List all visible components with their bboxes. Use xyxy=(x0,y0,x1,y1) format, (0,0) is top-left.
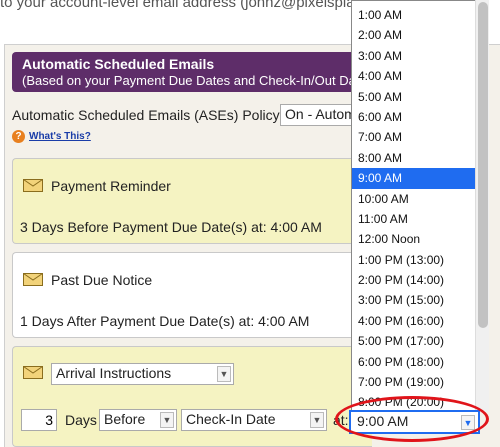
chevron-down-icon: ▼ xyxy=(160,412,174,428)
envelope-icon xyxy=(23,366,43,379)
card-title: Past Due Notice xyxy=(51,272,153,288)
relation-select[interactable]: Before ▼ xyxy=(99,409,177,431)
time-option[interactable]: 3:00 PM (15:00) xyxy=(352,290,488,310)
section-header: Automatic Scheduled Emails (Based on you… xyxy=(12,52,372,92)
time-option[interactable]: 1:00 PM (13:00) xyxy=(352,250,488,270)
time-option[interactable]: 10:00 AM xyxy=(352,189,488,209)
time-option[interactable]: 2:00 PM (14:00) xyxy=(352,270,488,290)
dropdown-scrollbar[interactable] xyxy=(475,0,489,412)
time-option[interactable]: 4:00 AM xyxy=(352,66,488,86)
chevron-down-icon: ▼ xyxy=(310,412,324,428)
time-option[interactable]: 3:00 AM xyxy=(352,46,488,66)
intro-text: to your account-level email address (joh… xyxy=(0,0,360,11)
days-input[interactable] xyxy=(21,409,57,431)
time-option[interactable]: 6:00 AM xyxy=(352,107,488,127)
anchor-date-value: Check-In Date xyxy=(186,411,276,427)
policy-label: Automatic Scheduled Emails (ASEs) Policy… xyxy=(12,107,284,123)
time-option[interactable]: 8:00 AM xyxy=(352,148,488,168)
time-option[interactable]: 12:00 Noon xyxy=(352,229,488,249)
help-icon: ? xyxy=(12,130,25,143)
payment-reminder-card: Payment Reminder 3 Days Before Payment D… xyxy=(12,158,372,244)
email-template-select[interactable]: Arrival Instructions ▼ xyxy=(51,363,234,385)
time-option[interactable]: 9:00 AM xyxy=(352,168,488,189)
section-title: Automatic Scheduled Emails xyxy=(22,56,215,72)
time-option[interactable]: 7:00 AM xyxy=(352,127,488,147)
days-label: Days xyxy=(65,412,97,428)
envelope-icon xyxy=(23,273,43,286)
whats-this-link[interactable]: What's This? xyxy=(29,131,91,142)
time-option[interactable]: 1:00 AM xyxy=(352,5,488,25)
anchor-date-select[interactable]: Check-In Date ▼ xyxy=(181,409,327,431)
section-subtitle: (Based on your Payment Due Dates and Che… xyxy=(22,73,360,88)
time-option[interactable]: 5:00 AM xyxy=(352,87,488,107)
highlight-callout xyxy=(335,396,489,442)
card-schedule: 3 Days Before Payment Due Date(s) at: 4:… xyxy=(20,219,322,235)
time-option[interactable]: 7:00 PM (19:00) xyxy=(352,372,488,392)
scrollbar-thumb[interactable] xyxy=(478,2,488,328)
time-dropdown-list[interactable]: 1:00 AM 2:00 AM 3:00 AM 4:00 AM 5:00 AM 6:00 … xyxy=(351,0,489,412)
relation-value: Before xyxy=(104,411,146,427)
time-option[interactable]: 4:00 PM (16:00) xyxy=(352,311,488,331)
time-option[interactable]: 2:00 AM xyxy=(352,25,488,45)
arrival-card: Arrival Instructions ▼ Days Before ▼ Che… xyxy=(12,346,372,447)
email-template-value: Arrival Instructions xyxy=(56,365,172,381)
time-option[interactable]: 5:00 PM (17:00) xyxy=(352,331,488,351)
time-option[interactable]: 6:00 PM (18:00) xyxy=(352,352,488,372)
envelope-icon xyxy=(23,179,43,192)
past-due-card: Past Due Notice 1 Days After Payment Due… xyxy=(12,252,372,338)
card-schedule: 1 Days After Payment Due Date(s) at: 4:0… xyxy=(20,313,310,329)
whats-this[interactable]: ? What's This? xyxy=(12,130,91,143)
time-option[interactable]: 11:00 AM xyxy=(352,209,488,229)
chevron-down-icon: ▼ xyxy=(217,366,231,382)
card-title: Payment Reminder xyxy=(51,178,171,194)
